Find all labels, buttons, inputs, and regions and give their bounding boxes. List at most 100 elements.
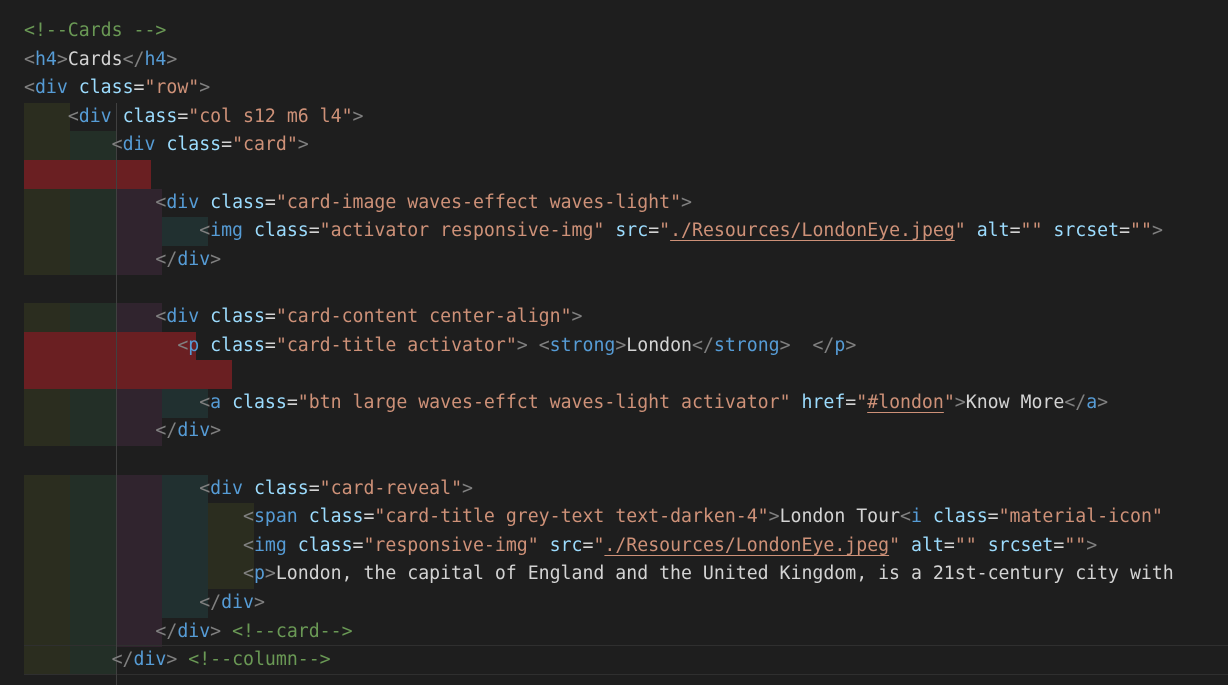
code-token: " [670, 192, 682, 213]
code-line[interactable]: <img class="activator responsive-img" sr… [0, 217, 1228, 246]
code-token: " [505, 335, 517, 356]
code-line[interactable]: </div> [0, 246, 1228, 275]
code-token: > [1151, 220, 1163, 241]
code-line[interactable]: <div class="card-content center-align"> [0, 303, 1228, 332]
code-token: > [352, 106, 364, 127]
code-token: = [648, 220, 660, 241]
code-line[interactable]: </div> <!--column--> [0, 646, 1228, 675]
code-token: <!--column--> [188, 649, 331, 670]
code-token: class [210, 335, 265, 356]
code-line[interactable]: <a class="btn large waves-effct waves-li… [0, 389, 1228, 418]
code-line[interactable]: </div> <!--card--> [0, 618, 1228, 647]
code-token: = [177, 106, 189, 127]
code-token: class [932, 506, 988, 527]
code-token: src [549, 535, 583, 556]
code-token: < [24, 49, 35, 70]
code-token: " [275, 306, 287, 327]
code-token: > [954, 392, 966, 413]
code-token: col s12 m6 l4 [199, 106, 342, 127]
code-line[interactable]: </div> [0, 417, 1228, 446]
code-token: " [1075, 535, 1087, 556]
code-token: div [210, 478, 244, 499]
code-token: = [286, 392, 298, 413]
code-token: div [221, 592, 254, 613]
code-token: = [264, 306, 276, 327]
code-token: " [363, 535, 375, 556]
code-line[interactable] [0, 160, 1228, 189]
code-line[interactable]: <div class="card-reveal"> [0, 475, 1228, 504]
code-line[interactable] [0, 446, 1228, 475]
code-token: card-reveal [330, 478, 452, 499]
code-token: London, the capital of England and the U… [275, 563, 1174, 584]
code-token: " [965, 535, 977, 556]
code-token: </ [111, 649, 134, 670]
code-token: " [1064, 535, 1076, 556]
code-token: < [24, 77, 35, 98]
code-token: activator responsive-img [330, 220, 594, 241]
code-line[interactable]: <h4>Cards</h4> [0, 46, 1228, 75]
code-token: < [199, 220, 211, 241]
code-line[interactable]: <div class="col s12 m6 l4"> [0, 103, 1228, 132]
code-token: class [210, 306, 265, 327]
code-token: #london [867, 392, 944, 413]
code-line[interactable]: <div class="card"> [0, 131, 1228, 160]
code-token: = [1053, 535, 1065, 556]
code-token: " [319, 478, 331, 499]
code-token: alt [976, 220, 1010, 241]
code-token: </ [122, 49, 145, 70]
code-line[interactable]: <p class="card-title activator"> <strong… [0, 332, 1228, 361]
code-line[interactable]: <span class="card-title grey-text text-d… [0, 503, 1228, 532]
code-token: div [133, 649, 167, 670]
code-token: = [352, 535, 364, 556]
code-token: " [275, 192, 287, 213]
code-token: = [845, 392, 857, 413]
code-token: < [155, 192, 167, 213]
code-token: class [166, 134, 222, 155]
code-line[interactable]: <img class="responsive-img" src="./Resou… [0, 532, 1228, 561]
code-token: = [943, 535, 955, 556]
code-token: " [451, 478, 463, 499]
code-token: " [297, 392, 309, 413]
code-line[interactable]: <!--Cards --> [0, 17, 1228, 46]
code-line[interactable]: <div class="card-image waves-effect wave… [0, 189, 1228, 218]
code-editor[interactable]: <!--Cards --> <h4>Cards</h4> <div class="r… [0, 0, 1228, 685]
code-line[interactable]: </div> [0, 589, 1228, 618]
code-token: > [571, 306, 583, 327]
code-token: class [78, 77, 134, 98]
code-token: > [462, 478, 473, 499]
code-token: < [900, 506, 911, 527]
code-line[interactable]: <p>London, the capital of England and th… [0, 560, 1228, 589]
code-token: p [834, 335, 846, 356]
code-token: a [1086, 392, 1098, 413]
code-token: div [177, 249, 211, 270]
code-token: href [801, 392, 846, 413]
code-token: " [560, 306, 572, 327]
code-line[interactable]: <div class="row"> [0, 74, 1228, 103]
code-token: > [166, 49, 178, 70]
code-line[interactable] [0, 360, 1228, 389]
code-token: class [308, 506, 364, 527]
code-token: <!--card--> [232, 621, 353, 642]
code-token: " [286, 134, 298, 155]
code-token: Cards [67, 49, 123, 70]
code-token: > [166, 649, 178, 670]
code-line[interactable] [0, 274, 1228, 303]
